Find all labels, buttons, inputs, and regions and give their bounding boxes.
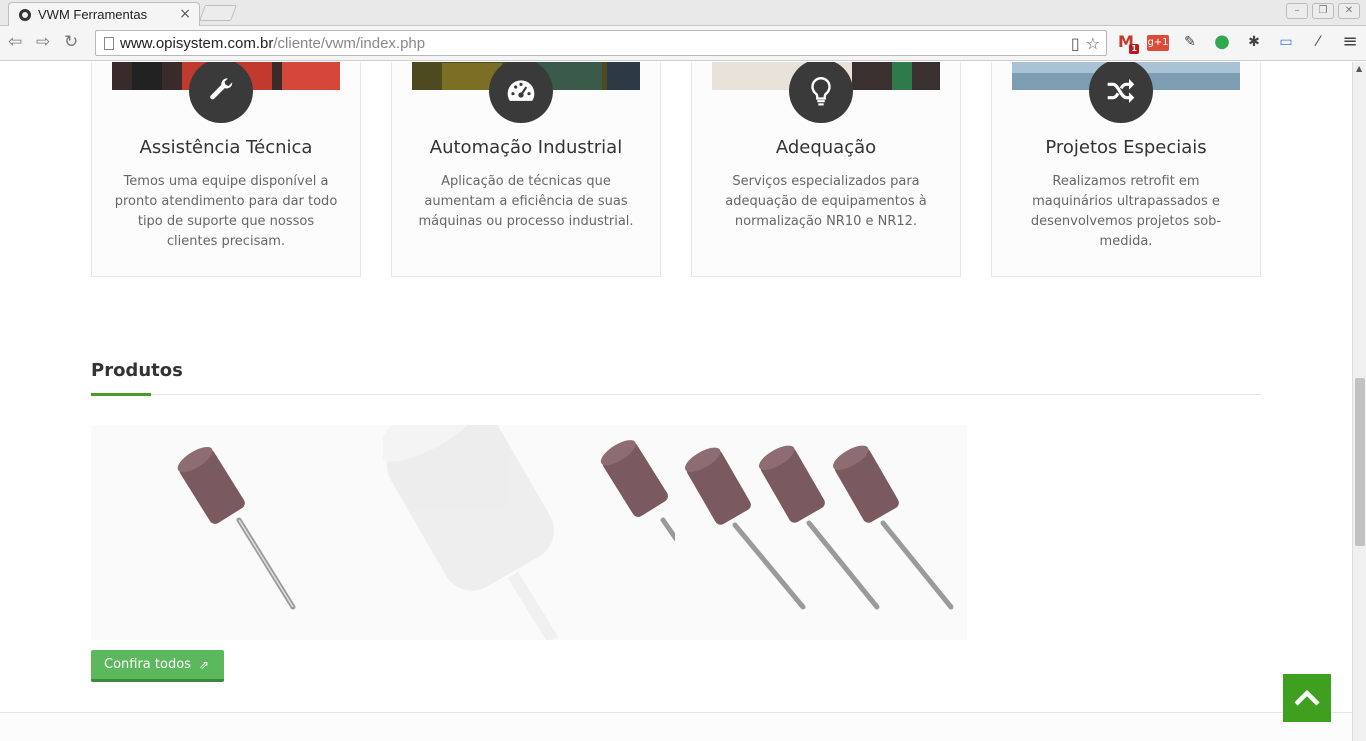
service-description: Temos uma equipe disponível a pronto ate… xyxy=(114,174,338,249)
site-favicon-icon xyxy=(19,9,31,21)
view-all-label: Confira todos xyxy=(104,657,191,672)
back-icon[interactable]: ⇦ xyxy=(8,32,22,52)
back-to-top-button[interactable] xyxy=(1283,674,1331,722)
dropper-icon[interactable]: ⁄ xyxy=(1307,32,1329,52)
gmail-badge: 1 xyxy=(1129,44,1139,54)
close-window-button[interactable]: ✕ xyxy=(1338,3,1360,19)
products-carousel xyxy=(91,390,967,644)
share-icon: ⇗ xyxy=(198,657,209,672)
section-accent-bar xyxy=(91,393,151,396)
tab-title: VWM Ferramentas xyxy=(38,7,148,22)
google-plus-icon[interactable]: g+1 xyxy=(1147,35,1169,51)
service-title: Projetos Especiais xyxy=(1045,137,1207,158)
url-text[interactable]: www.opisystem.com.br/cliente/vwm/index.p… xyxy=(120,35,425,52)
leaf-icon[interactable]: ● xyxy=(1211,32,1233,52)
view-all-products-button[interactable]: Confira todos ⇗ xyxy=(91,650,224,682)
service-description: Realizamos retrofit em maquinários ultra… xyxy=(1030,174,1222,249)
dashboard-icon xyxy=(489,62,553,123)
service-card-assistencia[interactable]: Assistência Técnica Temos uma equipe dis… xyxy=(91,62,361,277)
gmail-icon[interactable]: M1 xyxy=(1115,32,1139,54)
page-scrollbar[interactable]: ▲ xyxy=(1352,62,1366,741)
reload-icon[interactable]: ↻ xyxy=(64,32,78,52)
reader-mode-icon[interactable]: ▯ xyxy=(1071,34,1080,53)
window-controls: – ❐ ✕ xyxy=(1286,3,1360,19)
cast-icon[interactable]: ▭ xyxy=(1275,32,1297,52)
tab-close-icon[interactable]: × xyxy=(179,6,191,22)
product-item[interactable] xyxy=(91,425,383,640)
forward-icon[interactable]: ⇨ xyxy=(36,32,50,52)
product-item[interactable] xyxy=(375,390,722,644)
minimize-button[interactable]: – xyxy=(1286,3,1308,19)
wrench-icon xyxy=(189,62,253,123)
service-description: Aplicação de técnicas que aumentam a efi… xyxy=(418,174,634,229)
bookmark-star-icon[interactable]: ☆ xyxy=(1086,34,1100,53)
service-card-adequacao[interactable]: Adequação Serviços especializados para a… xyxy=(691,62,961,277)
product-image-grinding-point-set xyxy=(684,445,954,610)
scroll-up-icon[interactable]: ▲ xyxy=(1356,64,1362,73)
browser-tab[interactable]: VWM Ferramentas × xyxy=(8,2,200,26)
service-title: Adequação xyxy=(775,137,877,158)
service-description: Serviços especializados para adequação d… xyxy=(725,174,927,229)
maximize-button[interactable]: ❐ xyxy=(1312,3,1334,19)
page-viewport: Assistência Técnica Temos uma equipe dis… xyxy=(0,62,1352,741)
section-title-produtos: Produtos xyxy=(91,360,183,381)
scrollbar-thumb[interactable] xyxy=(1355,378,1365,546)
service-title: Assistência Técnica xyxy=(139,137,313,158)
shuffle-icon xyxy=(1089,62,1153,123)
service-card-automacao[interactable]: Automação Industrial Aplicação de técnic… xyxy=(391,62,661,277)
section-divider xyxy=(91,394,1261,395)
bug-icon[interactable]: ✱ xyxy=(1243,32,1265,52)
address-bar[interactable]: www.opisystem.com.br/cliente/vwm/index.p… xyxy=(95,30,1107,56)
browser-tabbar: VWM Ferramentas × – ❐ ✕ xyxy=(0,0,1366,26)
menu-icon[interactable]: ≡ xyxy=(1339,32,1361,52)
lightbulb-icon xyxy=(789,62,853,123)
service-card-projetos[interactable]: Projetos Especiais Realizamos retrofit e… xyxy=(991,62,1261,277)
footer-top xyxy=(0,712,1352,741)
browser-toolbar: ⇦ ⇨ ↻ www.opisystem.com.br/cliente/vwm/i… xyxy=(0,26,1366,61)
extension-area: M1 g+1 ✎ ● ✱ ▭ ⁄ ≡ xyxy=(1115,32,1361,54)
page-icon xyxy=(104,37,114,50)
product-image-grinding-point-zoom xyxy=(375,390,722,644)
new-tab-button[interactable] xyxy=(199,5,237,21)
chevron-up-icon xyxy=(1294,689,1320,706)
product-item[interactable] xyxy=(675,425,967,640)
product-image-grinding-point xyxy=(177,446,296,610)
service-title: Automação Industrial xyxy=(429,137,623,158)
pen-icon[interactable]: ✎ xyxy=(1179,32,1201,52)
